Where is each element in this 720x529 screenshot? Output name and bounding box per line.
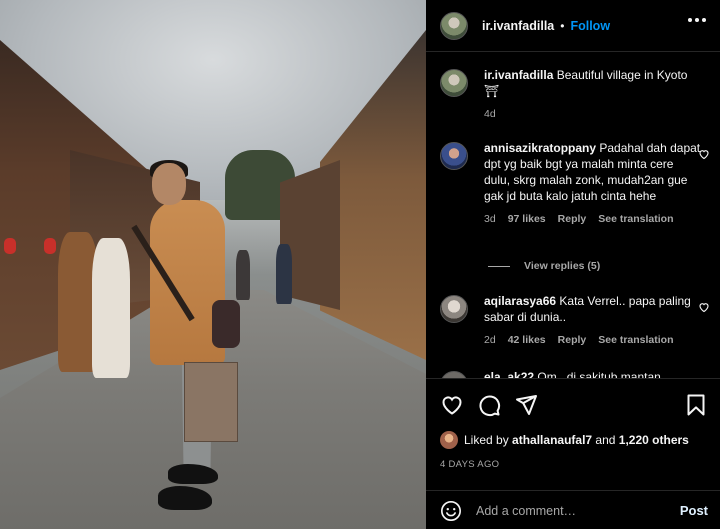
author-username[interactable]: ir.ivanfadilla [482, 19, 554, 33]
post-header: ir.ivanfadilla • Follow [426, 0, 720, 52]
reply-button[interactable]: Reply [558, 332, 587, 348]
post-comment-button[interactable]: Post [680, 503, 708, 518]
post-panel: ir.ivanfadilla • Follow ir.ivanfadilla B… [426, 0, 720, 529]
bookmark-icon[interactable] [684, 393, 708, 417]
comment-age[interactable]: 3d [484, 211, 496, 227]
see-translation-button[interactable]: See translation [598, 211, 673, 227]
likes-summary: Liked by athallanaufal7 and 1,220 others [440, 431, 689, 449]
pedestrian [92, 238, 130, 378]
man-head [152, 163, 186, 205]
comment-body: annisazikratoppany Padahal dah dapat dpt… [484, 140, 702, 227]
caption-age[interactable]: 4d [484, 106, 496, 122]
comment-item: annisazikratoppany Padahal dah dapat dpt… [440, 140, 710, 227]
comment-username[interactable]: aqilarasya66 [484, 294, 556, 308]
caption: ir.ivanfadilla Beautiful village in Kyot… [440, 67, 710, 122]
see-translation-button[interactable]: See translation [598, 332, 673, 348]
view-replies-label: View replies (5) [524, 260, 601, 272]
action-icons [440, 393, 538, 417]
comment-like-heart-icon[interactable] [698, 301, 710, 313]
caption-author-avatar[interactable] [440, 69, 468, 97]
likes-others-link[interactable]: 1,220 others [619, 433, 689, 447]
follow-button[interactable]: Follow [570, 19, 610, 33]
red-lantern [44, 238, 56, 254]
separator-dot: • [560, 18, 565, 33]
comment-text: Om.. di sakitub mantan [537, 370, 661, 378]
view-replies-line [488, 265, 510, 267]
more-options-icon[interactable] [688, 18, 706, 22]
comment-likes[interactable]: 42 likes [508, 332, 546, 348]
comment-likes[interactable]: 97 likes [508, 211, 546, 227]
smiley-icon[interactable] [440, 500, 462, 522]
pedestrian [276, 244, 292, 304]
comment-bubble-icon[interactable] [477, 393, 501, 417]
comments-list[interactable]: ir.ivanfadilla Beautiful village in Kyot… [426, 53, 720, 378]
post-actions: Liked by athallanaufal7 and 1,220 others… [426, 378, 720, 529]
pedestrian [236, 250, 250, 300]
caption-username[interactable]: ir.ivanfadilla [484, 68, 553, 82]
reply-button[interactable]: Reply [558, 211, 587, 227]
add-comment-bar: Post [426, 490, 720, 529]
comment-body: ela_ak22 Om.. di sakitub mantan [484, 369, 702, 378]
comment-like-heart-icon[interactable] [698, 148, 710, 160]
heart-icon[interactable] [440, 393, 464, 417]
red-lantern [4, 238, 16, 254]
shopping-bag [184, 362, 238, 442]
likes-prefix: Liked by [464, 433, 509, 447]
view-replies-button[interactable]: View replies (5) [488, 260, 600, 272]
shoulder-bag [212, 300, 240, 348]
commenter-avatar[interactable] [440, 371, 468, 378]
comment-input[interactable] [476, 503, 666, 518]
likes-middle: and [595, 433, 616, 447]
liker-username[interactable]: athallanaufal7 [512, 433, 592, 447]
author-avatar[interactable] [440, 11, 468, 40]
comment-body: aqilarasya66 Kata Verrel.. papa paling s… [484, 293, 702, 348]
comment-age[interactable]: 2d [484, 332, 496, 348]
post-timestamp[interactable]: 4 DAYS AGO [440, 459, 499, 470]
commenter-avatar[interactable] [440, 142, 468, 170]
comment-item: aqilarasya66 Kata Verrel.. papa paling s… [440, 293, 710, 348]
liker-avatar[interactable] [440, 431, 458, 449]
paper-plane-icon[interactable] [514, 393, 538, 417]
comment-username[interactable]: annisazikratoppany [484, 141, 596, 155]
comment-username[interactable]: ela_ak22 [484, 370, 534, 378]
comment-item: ela_ak22 Om.. di sakitub mantan [440, 369, 710, 378]
commenter-avatar[interactable] [440, 295, 468, 323]
post-photo[interactable] [0, 0, 426, 529]
caption-body: ir.ivanfadilla Beautiful village in Kyot… [484, 67, 702, 122]
